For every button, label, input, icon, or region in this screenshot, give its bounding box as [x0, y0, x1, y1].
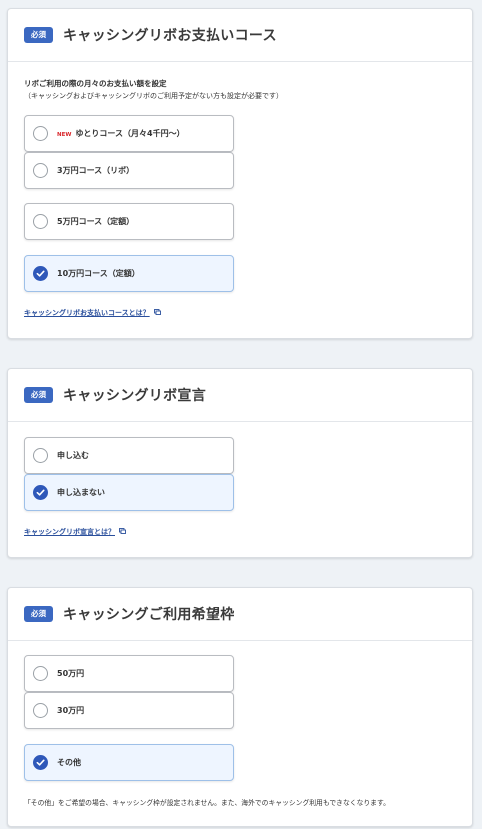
radio-empty-icon[interactable] — [33, 703, 48, 718]
section-header: 必須 キャッシングリボ宣言 — [8, 369, 472, 422]
option-label: 3万円コース（リボ） — [57, 166, 135, 175]
check-circle-icon[interactable] — [33, 755, 48, 770]
section-header: 必須 キャッシングご利用希望枠 — [8, 588, 472, 641]
check-circle-icon[interactable] — [33, 485, 48, 500]
section-title: キャッシングリボお支払いコース — [63, 28, 277, 44]
option-label: 30万円 — [57, 706, 85, 715]
option-label-text: ゆとりコース（月々4千円〜） — [75, 129, 185, 138]
external-link-icon — [153, 309, 161, 317]
option-label: 申し込む — [57, 451, 89, 460]
external-link-icon — [119, 528, 126, 536]
revolving-declaration-info-link[interactable]: キャッシングリボ宣言とは？ — [24, 527, 126, 537]
radio-empty-icon[interactable] — [33, 666, 48, 681]
description-main: リボご利用の際の月々のお支払い額を設定 — [24, 79, 167, 88]
new-badge: NEW — [57, 132, 72, 138]
section-revolving-declaration: 必須 キャッシングリボ宣言 申し込む 申し込まない キャッシングリボ宣言とは？ — [7, 368, 473, 558]
option-yutori-course[interactable]: NEW ゆとりコース（月々4千円〜） — [24, 115, 234, 152]
option-3man-course[interactable]: 3万円コース（リボ） — [24, 152, 234, 189]
section-title: キャッシングリボ宣言 — [63, 388, 206, 404]
option-apply[interactable]: 申し込む — [24, 437, 234, 474]
section-title: キャッシングご利用希望枠 — [63, 607, 235, 623]
link-text[interactable]: キャッシングリボ宣言とは？ — [24, 527, 115, 537]
option-50man[interactable]: 50万円 — [24, 655, 234, 692]
required-badge: 必須 — [24, 606, 53, 622]
option-5man-course[interactable]: 5万円コース（定額） — [24, 203, 234, 240]
option-30man[interactable]: 30万円 — [24, 692, 234, 729]
option-label: 50万円 — [57, 669, 85, 678]
section-revolving-course: 必須 キャッシングリボお支払いコース リボご利用の際の月々のお支払い額を設定 （… — [7, 8, 473, 339]
option-label: 10万円コース（定額） — [57, 269, 140, 278]
section-description: リボご利用の際の月々のお支払い額を設定 （キャッシングおよびキャッシングリボのご… — [24, 78, 283, 101]
radio-empty-icon[interactable] — [33, 448, 48, 463]
radio-empty-icon[interactable] — [33, 126, 48, 141]
revolving-course-info-link[interactable]: キャッシングリボお支払いコースとは？ — [24, 308, 161, 318]
option-label: その他 — [57, 758, 81, 767]
required-badge: 必須 — [24, 387, 53, 403]
option-other[interactable]: その他 — [24, 744, 234, 781]
other-option-note: 「その他」をご希望の場合、キャッシング枠が設定されません。また、海外でのキャッシ… — [24, 799, 390, 807]
option-label: 5万円コース（定額） — [57, 217, 135, 226]
option-not-apply[interactable]: 申し込まない — [24, 474, 234, 511]
link-text[interactable]: キャッシングリボお支払いコースとは？ — [24, 308, 150, 318]
check-circle-icon[interactable] — [33, 266, 48, 281]
option-10man-course[interactable]: 10万円コース（定額） — [24, 255, 234, 292]
radio-empty-icon[interactable] — [33, 163, 48, 178]
description-sub: （キャッシングおよびキャッシングリボのご利用予定がない方も設定が必要です） — [24, 92, 283, 100]
radio-empty-icon[interactable] — [33, 214, 48, 229]
required-badge: 必須 — [24, 27, 53, 43]
option-label: NEW ゆとりコース（月々4千円〜） — [57, 128, 185, 139]
section-cashing-limit: 必須 キャッシングご利用希望枠 50万円 30万円 その他 「その他」をご希望の… — [7, 587, 473, 827]
section-header: 必須 キャッシングリボお支払いコース — [8, 9, 472, 62]
option-label: 申し込まない — [57, 488, 105, 497]
